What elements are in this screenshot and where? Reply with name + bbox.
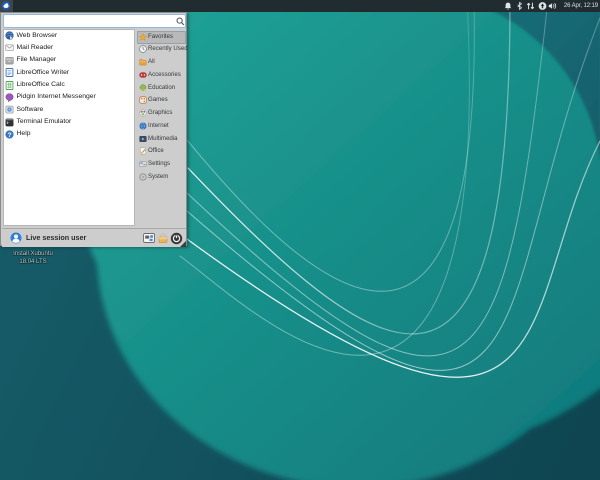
svg-text:?: ? [7,132,11,139]
